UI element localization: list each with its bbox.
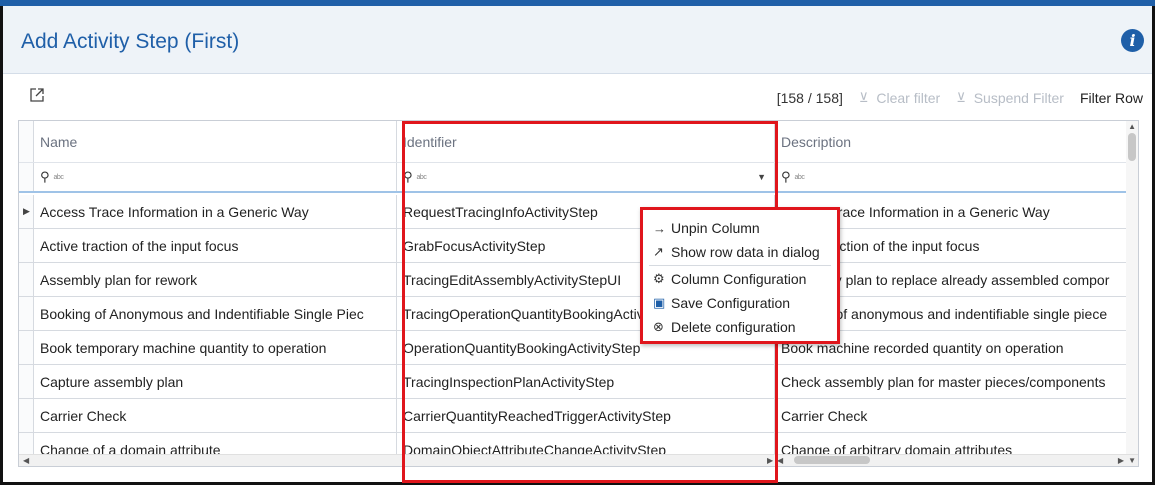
filter-row: ⚲ abc ⚲ abc ▼ ⚲ abc	[19, 163, 1138, 193]
column-header-identifier[interactable]: Identifier	[397, 121, 775, 162]
cell-description[interactable]: Carrier Check	[775, 399, 1138, 432]
table-row[interactable]: Capture assembly plan TracingInspectionP…	[19, 365, 1138, 399]
suspend-filter-label: Suspend Filter	[973, 90, 1064, 106]
cell-description[interactable]: Check assembly plan for master pieces/co…	[775, 365, 1138, 398]
scroll-up-icon[interactable]: ▲	[1128, 122, 1136, 131]
column-context-menu: → Unpin Column ↗ Show row data in dialog…	[640, 207, 840, 344]
filter-name[interactable]: ⚲ abc	[34, 163, 397, 191]
cell-name[interactable]: Active traction of the input focus	[34, 229, 397, 262]
horizontal-scroll-thumb[interactable]	[794, 456, 870, 464]
cell-identifier[interactable]: CarrierQuantityReachedTriggerActivitySte…	[397, 399, 775, 432]
cell-name[interactable]: Booking of Anonymous and Indentifiable S…	[34, 297, 397, 330]
title-bar: Add Activity Step (First) i	[3, 6, 1152, 74]
row-selector[interactable]	[19, 399, 34, 432]
cell-name[interactable]: Book temporary machine quantity to opera…	[34, 331, 397, 364]
search-icon: ⚲	[40, 169, 50, 184]
current-row-icon: ▶	[23, 206, 30, 216]
menu-item-column-configuration[interactable]: ⚙ Column Configuration	[653, 267, 837, 291]
table-row[interactable]: Active traction of the input focus GrabF…	[19, 229, 1138, 263]
grid-toolbar: [158 / 158] ⊻ Clear filter ⊻ Suspend Fil…	[777, 90, 1143, 106]
scroll-left-icon[interactable]: ◀	[23, 456, 29, 465]
filter-description[interactable]: ⚲ abc	[775, 163, 1138, 191]
save-icon: ▣	[653, 295, 666, 310]
unpin-icon: →	[653, 220, 666, 236]
row-selector[interactable]	[19, 229, 34, 262]
page-title: Add Activity Step (First)	[21, 30, 240, 53]
funnel-icon: ⊻	[956, 90, 966, 105]
table-row[interactable]: Assembly plan for rework TracingEditAsse…	[19, 263, 1138, 297]
export-icon[interactable]	[30, 88, 44, 102]
scroll-right-icon[interactable]: ▶	[1118, 456, 1124, 465]
column-header-description[interactable]: Description	[775, 121, 1138, 162]
menu-item-unpin-column[interactable]: → Unpin Column	[653, 216, 837, 240]
cell-name[interactable]: Capture assembly plan	[34, 365, 397, 398]
header-row-selector	[19, 121, 34, 162]
row-selector[interactable]	[19, 331, 34, 364]
search-icon: ⚲	[781, 169, 791, 184]
clear-filter-button[interactable]: ⊻ Clear filter	[859, 90, 940, 106]
delete-icon: ⊗	[653, 319, 664, 334]
clear-filter-label: Clear filter	[876, 90, 941, 106]
cell-name[interactable]: Access Trace Information in a Generic Wa…	[34, 195, 397, 228]
row-selector[interactable]	[19, 297, 34, 330]
row-selector[interactable]	[19, 263, 34, 296]
menu-item-show-row-data[interactable]: ↗ Show row data in dialog	[653, 240, 837, 264]
menu-item-label: Delete configuration	[671, 319, 796, 335]
grid-body: ▶ Access Trace Information in a Generic …	[19, 195, 1138, 466]
header-row: Name Identifier Description	[19, 121, 1138, 163]
info-icon[interactable]: i	[1121, 29, 1144, 52]
table-row[interactable]: Booking of Anonymous and Indentifiable S…	[19, 297, 1138, 331]
menu-item-label: Show row data in dialog	[671, 244, 820, 260]
filter-identifier[interactable]: ⚲ abc ▼	[397, 163, 775, 191]
menu-item-label: Column Configuration	[671, 271, 807, 287]
search-icon: ⚲	[403, 169, 413, 184]
chevron-down-icon[interactable]: ▼	[1128, 456, 1136, 465]
cell-identifier[interactable]: TracingInspectionPlanActivityStep	[397, 365, 775, 398]
row-selector[interactable]	[19, 365, 34, 398]
scroll-right-icon[interactable]: ▶	[767, 456, 773, 465]
table-row[interactable]: Book temporary machine quantity to opera…	[19, 331, 1138, 365]
filter-type-label: abc	[794, 173, 805, 181]
gear-icon: ⚙	[653, 271, 665, 286]
filter-row-selector	[19, 163, 34, 191]
suspend-filter-button[interactable]: ⊻ Suspend Filter	[956, 90, 1064, 106]
menu-divider	[649, 265, 831, 266]
row-count: [158 / 158]	[776, 90, 843, 106]
scroll-left-icon[interactable]: ◀	[777, 456, 783, 465]
cell-name[interactable]: Assembly plan for rework	[34, 263, 397, 296]
menu-item-save-configuration[interactable]: ▣ Save Configuration	[653, 291, 837, 315]
filter-row-button[interactable]: Filter Row	[1080, 90, 1143, 106]
dialog-icon: ↗	[653, 244, 664, 259]
column-header-name[interactable]: Name	[34, 121, 397, 162]
cell-name[interactable]: Carrier Check	[34, 399, 397, 432]
table-row[interactable]: ▶ Access Trace Information in a Generic …	[19, 195, 1138, 229]
funnel-icon: ⊻	[858, 90, 869, 105]
row-selector[interactable]: ▶	[19, 195, 34, 228]
filter-type-label: abc	[416, 173, 427, 181]
chevron-down-icon[interactable]: ▼	[757, 172, 766, 182]
horizontal-scrollbar[interactable]: ◀ ▶ ◀ ▶ ▼	[19, 454, 1138, 466]
filter-type-label: abc	[53, 173, 64, 181]
menu-item-label: Save Configuration	[671, 295, 791, 311]
vertical-scroll-thumb[interactable]	[1128, 133, 1136, 161]
menu-item-delete-configuration[interactable]: ⊗ Delete configuration	[653, 315, 837, 339]
menu-item-label: Unpin Column	[671, 220, 760, 236]
table-row[interactable]: Carrier Check CarrierQuantityReachedTrig…	[19, 399, 1138, 433]
data-grid: Name Identifier Description ⚲ abc ⚲ abc …	[18, 120, 1139, 467]
vertical-scrollbar[interactable]: ▲	[1126, 121, 1138, 455]
